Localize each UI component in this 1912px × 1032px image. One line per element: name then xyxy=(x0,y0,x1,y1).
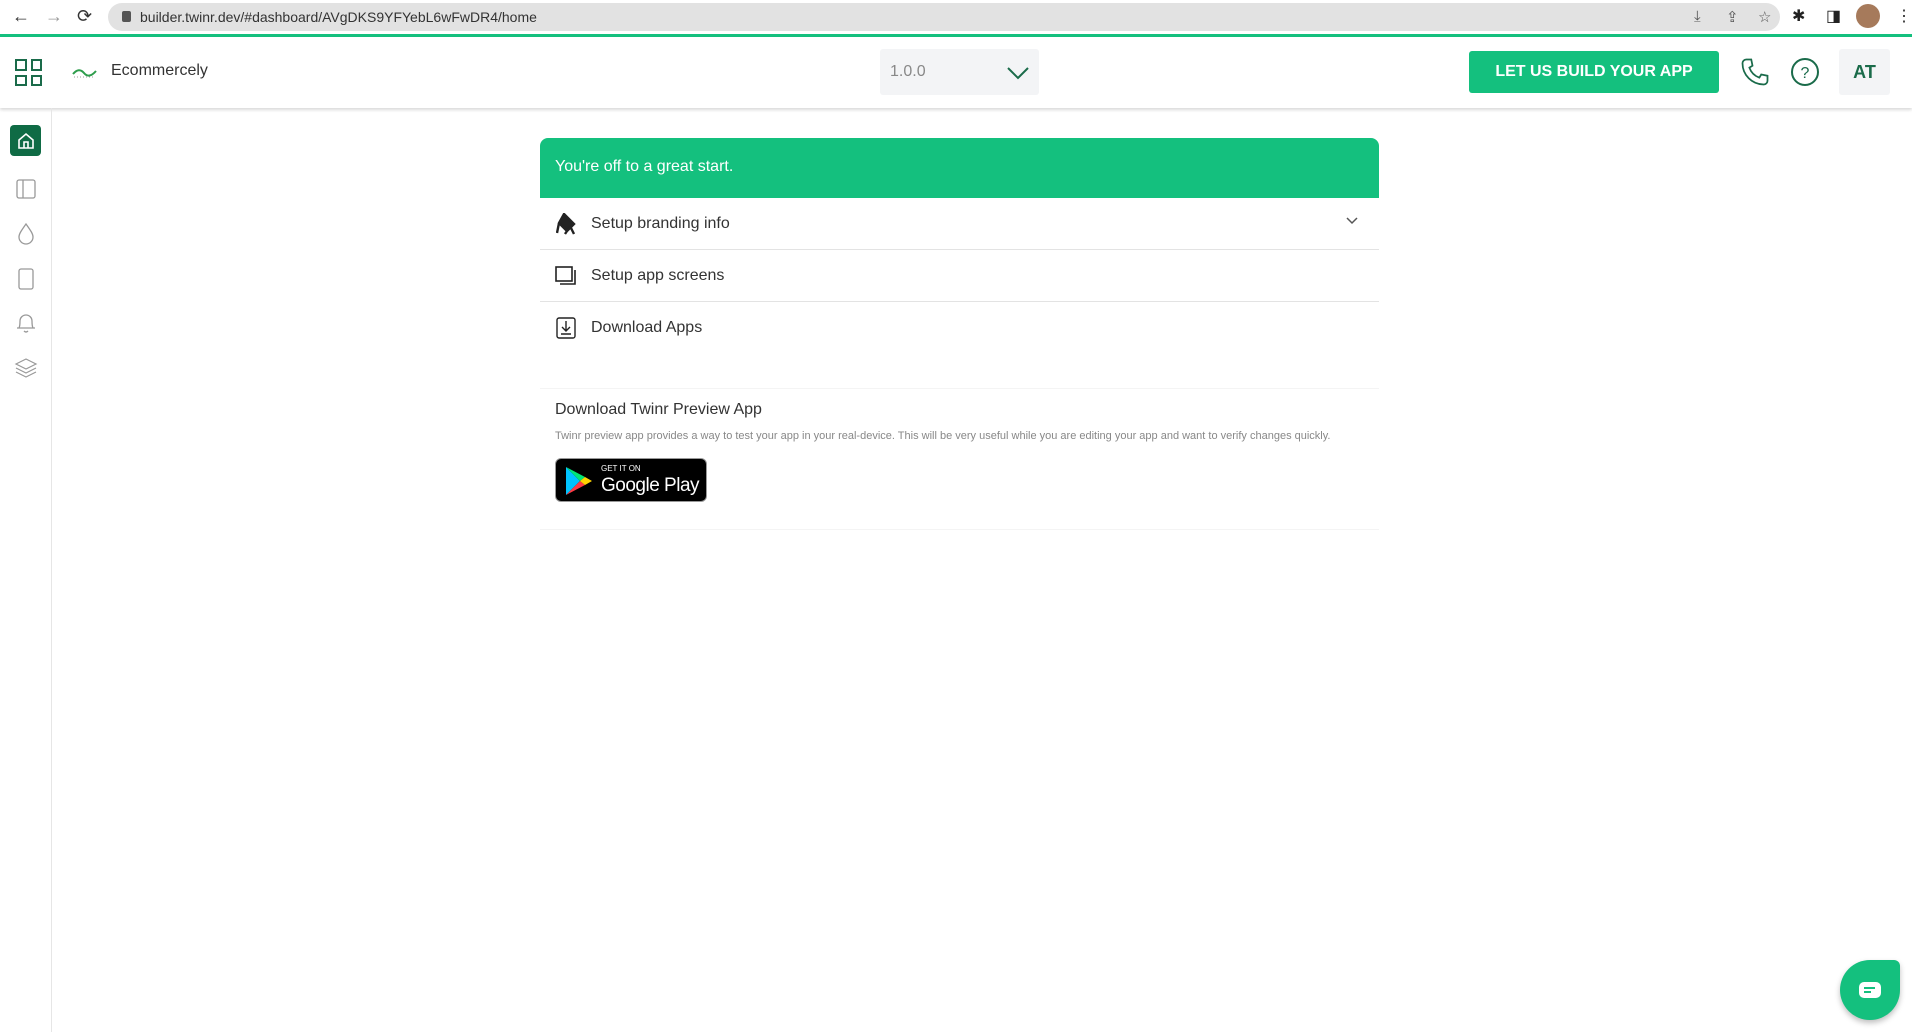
profile-avatar[interactable] xyxy=(1856,4,1880,28)
sidebar-item-home[interactable] xyxy=(10,125,41,156)
step-label: Setup branding info xyxy=(591,214,730,232)
chat-widget-button[interactable] xyxy=(1840,960,1900,1020)
address-bar[interactable]: builder.twinr.dev/#dashboard/AVgDKS9YFYe… xyxy=(108,3,1780,31)
phone-icon[interactable] xyxy=(1740,57,1770,87)
screens-icon xyxy=(555,265,576,285)
sidebar-item-device[interactable] xyxy=(10,263,41,294)
preview-app-section: Download Twinr Preview App Twinr preview… xyxy=(540,388,1379,530)
step-setup-screens[interactable]: Setup app screens xyxy=(540,250,1379,302)
preview-title: Download Twinr Preview App xyxy=(555,401,762,418)
install-icon[interactable]: ⤓ xyxy=(1694,8,1701,25)
layout-icon xyxy=(15,178,36,199)
version-dropdown[interactable]: 1.0.0 xyxy=(880,49,1039,95)
reload-icon[interactable]: ⟳ xyxy=(77,6,92,27)
side-panel-icon[interactable]: ◨ xyxy=(1826,6,1841,26)
svg-text:?: ? xyxy=(1801,65,1810,82)
step-download-apps[interactable]: Download Apps xyxy=(540,302,1379,354)
lock-icon xyxy=(122,11,131,22)
home-icon xyxy=(17,132,34,149)
badge-small-text: GET IT ON xyxy=(601,464,641,473)
onboarding-card: You're off to a great start. Setup brand… xyxy=(540,138,1379,354)
download-icon xyxy=(556,317,576,339)
step-label: Setup app screens xyxy=(591,266,725,284)
apps-grid-icon[interactable] xyxy=(15,59,42,86)
star-icon[interactable]: ☆ xyxy=(1758,8,1771,26)
onboarding-banner: You're off to a great start. xyxy=(540,138,1379,198)
google-play-badge[interactable]: GET IT ON Google Play xyxy=(555,458,707,502)
browser-toolbar: ← → ⟳ builder.twinr.dev/#dashboard/AVgDK… xyxy=(0,0,1912,34)
app-name: Ecommercely xyxy=(111,62,208,79)
google-play-icon xyxy=(566,467,592,495)
user-avatar[interactable]: AT xyxy=(1839,49,1890,95)
paint-bucket-icon xyxy=(556,212,576,235)
step-label: Download Apps xyxy=(591,319,703,336)
layers-icon xyxy=(14,357,37,378)
url-text: builder.twinr.dev/#dashboard/AVgDKS9YFYe… xyxy=(140,9,537,25)
badge-large-text: Google Play xyxy=(601,475,700,496)
extensions-icon[interactable]: ✱ xyxy=(1792,6,1805,26)
share-icon[interactable]: ⇪ xyxy=(1726,8,1739,26)
build-app-button[interactable]: LET US BUILD YOUR APP xyxy=(1469,51,1719,93)
back-icon[interactable]: ← xyxy=(12,6,30,27)
sidebar-item-theme[interactable] xyxy=(10,218,41,249)
version-value: 1.0.0 xyxy=(890,63,926,80)
chat-icon xyxy=(1859,982,1881,998)
drop-icon xyxy=(17,222,34,245)
sidebar-item-layers[interactable] xyxy=(10,352,41,383)
app-header: Ecommercely 1.0.0 LET US BUILD YOUR APP … xyxy=(0,37,1912,108)
device-icon xyxy=(17,267,34,290)
preview-description: Twinr preview app provides a way to test… xyxy=(555,430,1331,442)
help-icon[interactable]: ? xyxy=(1790,57,1820,87)
bell-icon xyxy=(16,313,35,333)
chevron-down-icon xyxy=(1007,67,1029,80)
sidebar-item-layout[interactable] xyxy=(10,173,41,204)
sidebar-item-notifications[interactable] xyxy=(10,307,41,338)
step-setup-branding[interactable]: Setup branding info xyxy=(540,198,1379,250)
forward-icon[interactable]: → xyxy=(45,6,63,27)
app-logo xyxy=(72,69,97,78)
menu-icon[interactable]: ⋮ xyxy=(1896,6,1912,26)
chevron-down-icon[interactable] xyxy=(1345,216,1359,226)
sidebar xyxy=(0,108,52,1032)
